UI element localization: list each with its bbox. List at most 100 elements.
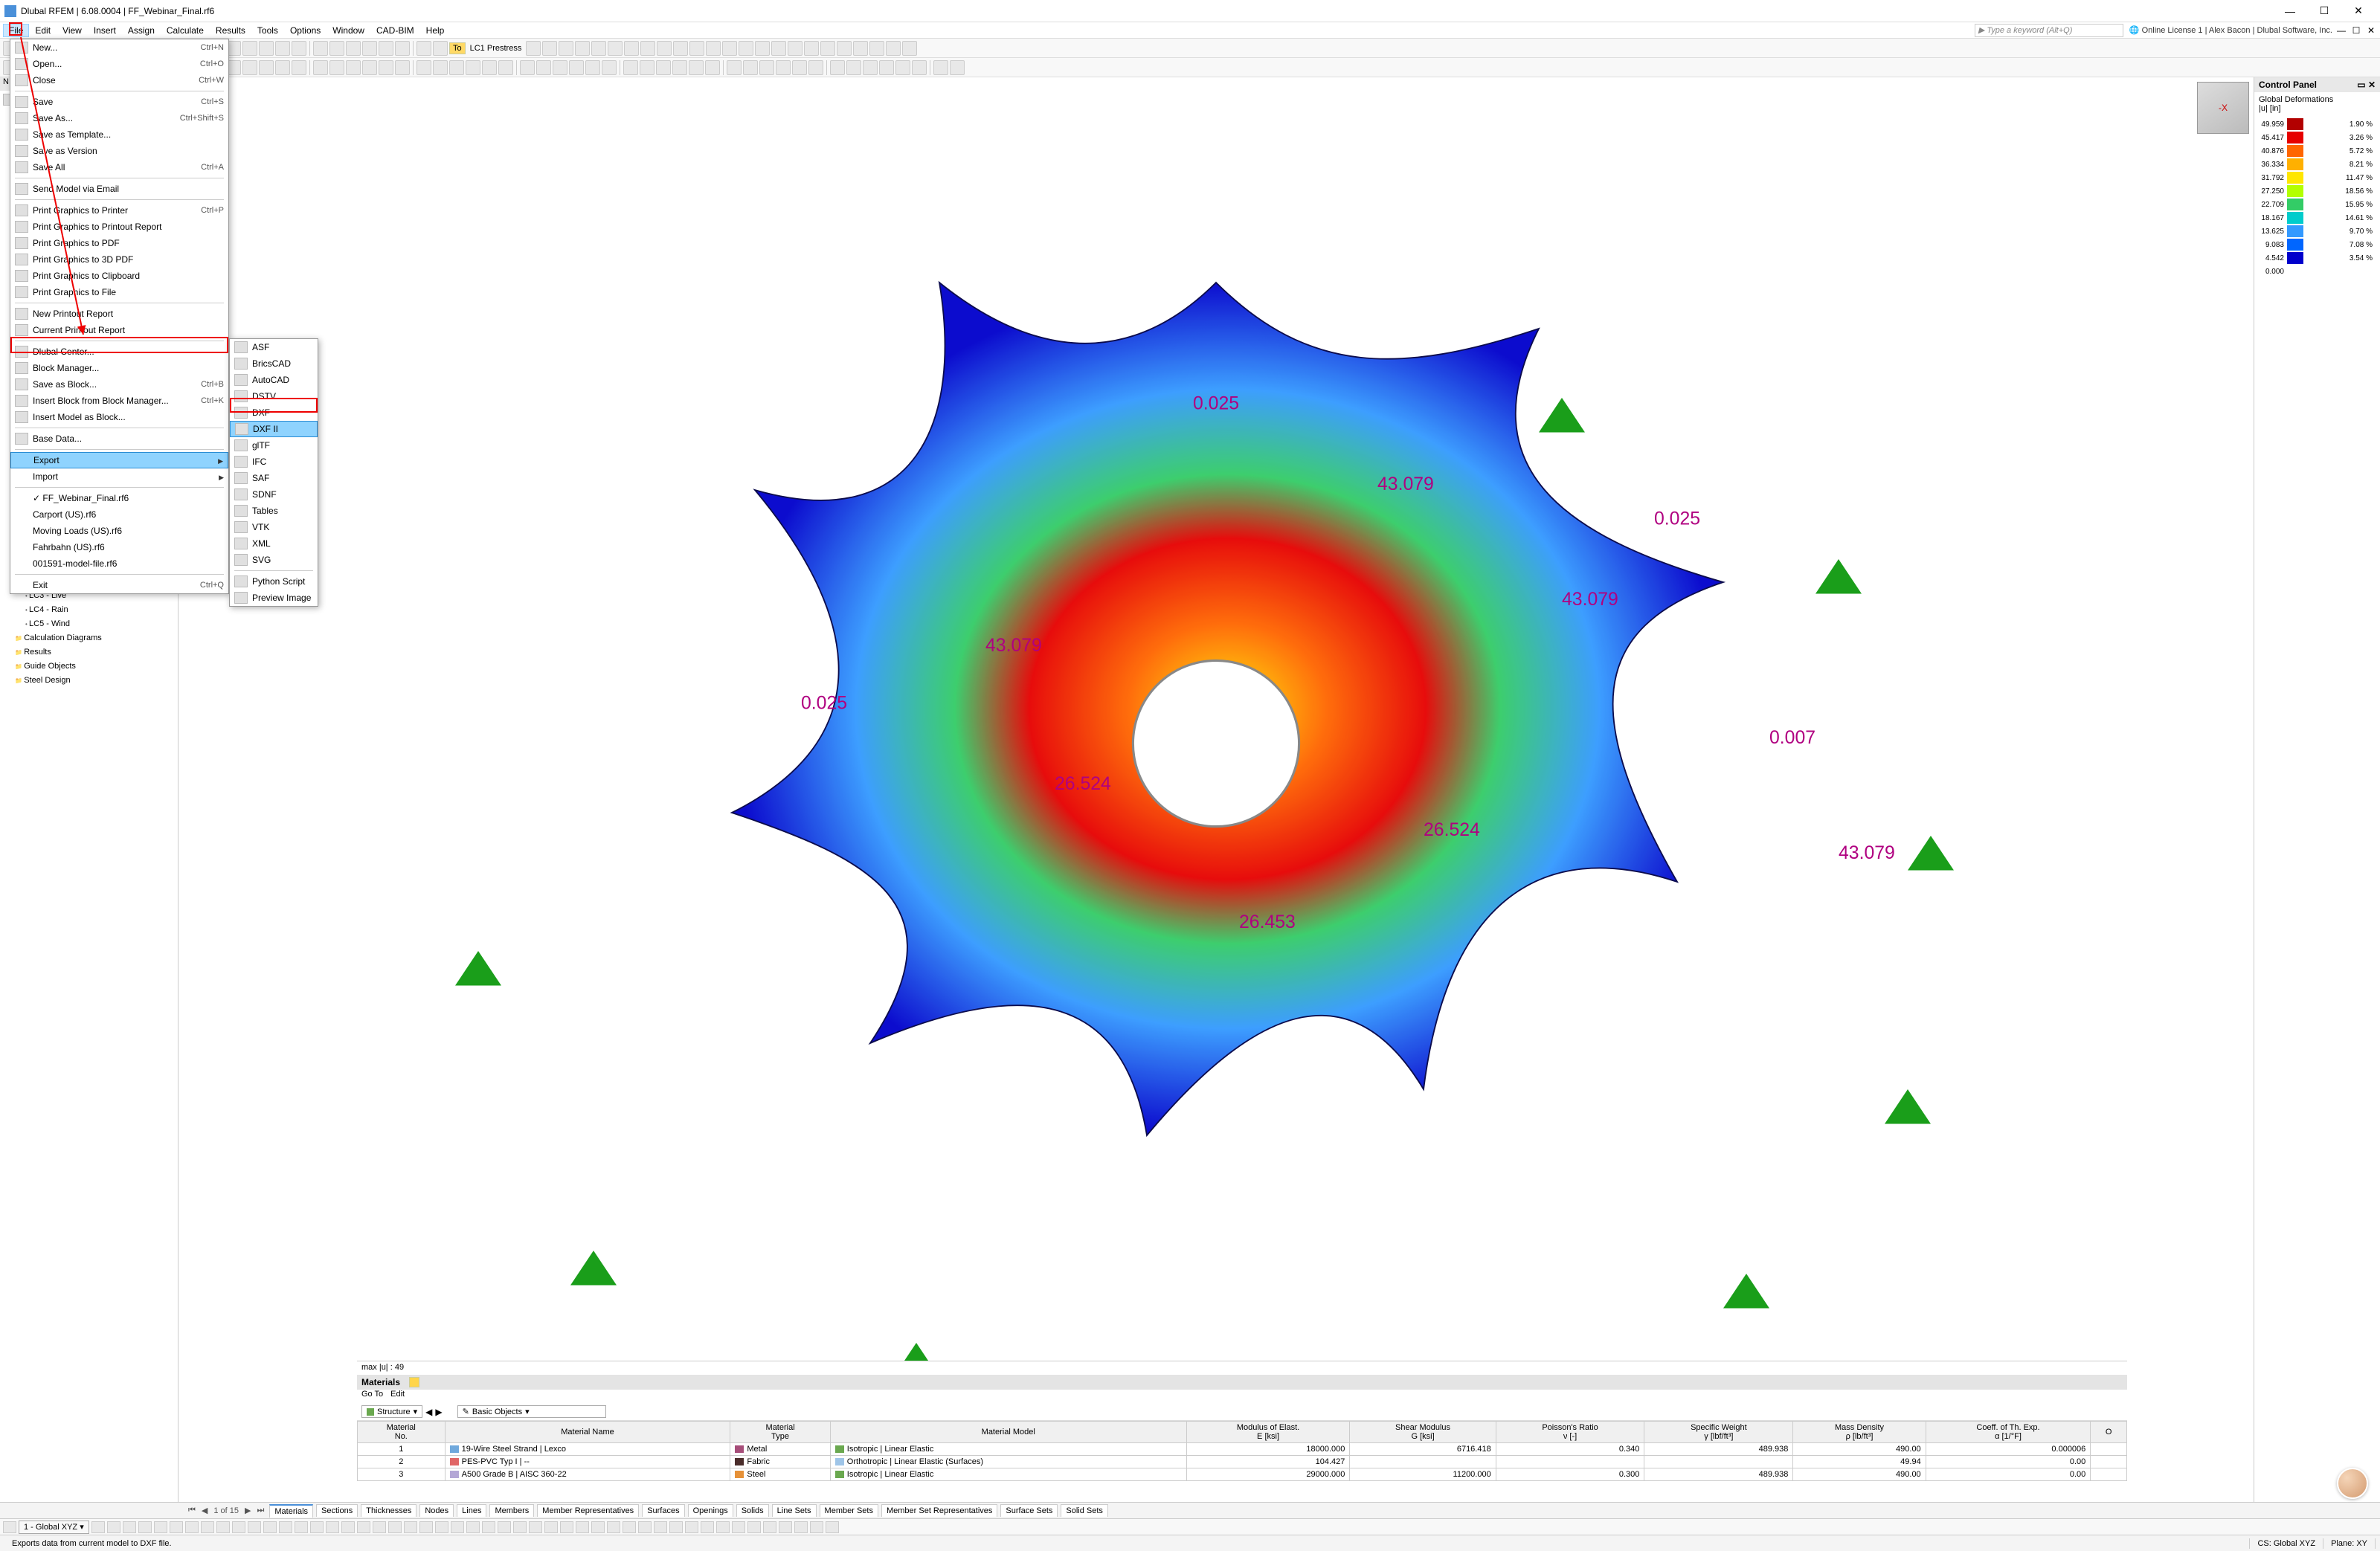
file-menu-item[interactable]: Dlubal Center... bbox=[10, 344, 228, 360]
file-menu-dropdown[interactable]: New...Ctrl+NOpen...Ctrl+OCloseCtrl+WSave… bbox=[10, 39, 229, 594]
tb2-btn[interactable] bbox=[279, 1521, 292, 1533]
bottom-tab[interactable]: Materials bbox=[269, 1504, 313, 1518]
menu-cad-bim[interactable]: CAD-BIM bbox=[370, 24, 420, 37]
toolbar-button[interactable] bbox=[329, 60, 344, 75]
table-row[interactable]: 3A500 Grade B | AISC 360-22SteelIsotropi… bbox=[358, 1468, 2127, 1481]
tab-nav-next[interactable]: ▶ bbox=[242, 1506, 253, 1515]
materials-table[interactable]: MaterialNo.Material NameMaterialTypeMate… bbox=[357, 1421, 2127, 1502]
file-menu-item[interactable]: Save As...Ctrl+Shift+S bbox=[10, 110, 228, 126]
tb2-btn[interactable] bbox=[654, 1521, 667, 1533]
file-menu-item[interactable]: ✓ FF_Webinar_Final.rf6 bbox=[10, 490, 228, 506]
file-menu-item[interactable]: Import bbox=[10, 468, 228, 485]
export-menu-item[interactable]: IFC bbox=[230, 454, 318, 470]
file-menu-item[interactable]: 001591-model-file.rf6 bbox=[10, 555, 228, 572]
export-menu-item[interactable]: Python Script bbox=[230, 573, 318, 590]
menu-tools[interactable]: Tools bbox=[251, 24, 284, 37]
bottom-tab[interactable]: Solids bbox=[736, 1504, 769, 1517]
toolbar-button[interactable] bbox=[242, 41, 257, 56]
toolbar-button[interactable] bbox=[346, 60, 361, 75]
menu-edit[interactable]: Edit bbox=[29, 24, 57, 37]
toolbar-button[interactable] bbox=[672, 60, 687, 75]
file-menu-item[interactable]: Save AllCtrl+A bbox=[10, 159, 228, 175]
toolbar-button[interactable] bbox=[853, 41, 868, 56]
export-menu-item[interactable]: AutoCAD bbox=[230, 372, 318, 388]
bottom-tab[interactable]: Thicknesses bbox=[361, 1504, 416, 1517]
export-menu-item[interactable]: SDNF bbox=[230, 486, 318, 503]
tb2-btn[interactable] bbox=[263, 1521, 277, 1533]
toolbar-button[interactable] bbox=[830, 60, 845, 75]
tree-folder[interactable]: Steel Design bbox=[4, 674, 173, 688]
toolbar-button[interactable] bbox=[902, 41, 917, 56]
export-menu-item[interactable]: DXF II bbox=[230, 421, 318, 437]
tb2-btn[interactable] bbox=[482, 1521, 495, 1533]
tb2-btn[interactable] bbox=[341, 1521, 355, 1533]
col-header[interactable]: Material Model bbox=[830, 1422, 1186, 1443]
toolbar-button[interactable] bbox=[755, 41, 770, 56]
menu-file[interactable]: File bbox=[3, 24, 29, 37]
file-menu-item[interactable]: Print Graphics to Printout Report bbox=[10, 219, 228, 235]
tab-nav-first[interactable]: ⏮ bbox=[186, 1506, 198, 1515]
file-menu-item[interactable]: New...Ctrl+N bbox=[10, 39, 228, 56]
file-menu-item[interactable]: Send Model via Email bbox=[10, 181, 228, 197]
file-menu-item[interactable]: Print Graphics to File bbox=[10, 284, 228, 300]
tb2-btn[interactable] bbox=[576, 1521, 589, 1533]
toolbar-button[interactable] bbox=[379, 41, 393, 56]
basic-objects-combo[interactable]: ✎ Basic Objects ▾ bbox=[457, 1405, 606, 1418]
tb2-btn[interactable] bbox=[388, 1521, 402, 1533]
toolbar-button[interactable] bbox=[776, 60, 791, 75]
toolbar-button[interactable] bbox=[727, 60, 742, 75]
toolbar-button[interactable] bbox=[623, 60, 638, 75]
toolbar-button[interactable] bbox=[553, 60, 567, 75]
global-cs-combo[interactable]: 1 - Global XYZ ▾ bbox=[19, 1521, 89, 1534]
toolbar-button[interactable] bbox=[449, 60, 464, 75]
file-menu-item[interactable]: Print Graphics to PrinterCtrl+P bbox=[10, 202, 228, 219]
toolbar-button[interactable] bbox=[542, 41, 557, 56]
col-header[interactable]: Coeff. of Th. Exp.α [1/°F] bbox=[1926, 1422, 2091, 1443]
bottom-tab[interactable]: Solid Sets bbox=[1061, 1504, 1108, 1517]
tb2-btn[interactable] bbox=[91, 1521, 105, 1533]
tb2-btn[interactable] bbox=[138, 1521, 152, 1533]
toolbar-button[interactable] bbox=[416, 60, 431, 75]
toolbar-button[interactable] bbox=[640, 60, 654, 75]
bottom-tab[interactable]: Lines bbox=[457, 1504, 486, 1517]
col-header[interactable]: Mass Densityρ [lb/ft³] bbox=[1793, 1422, 1926, 1443]
tb2-btn[interactable] bbox=[310, 1521, 324, 1533]
export-submenu[interactable]: ASFBricsCADAutoCADDSTVDXFDXF IIglTFIFCSA… bbox=[229, 338, 318, 607]
menu-assign[interactable]: Assign bbox=[122, 24, 161, 37]
tree-folder[interactable]: Results bbox=[4, 645, 173, 660]
file-menu-item[interactable]: Save as Version bbox=[10, 143, 228, 159]
toolbar-button[interactable] bbox=[313, 60, 328, 75]
main-viewport[interactable]: ess sis nts |u| [in] bbox=[178, 77, 2254, 1502]
toolbar-button[interactable] bbox=[837, 41, 852, 56]
toolbar-button[interactable] bbox=[526, 41, 541, 56]
menu-window[interactable]: Window bbox=[327, 24, 370, 37]
file-menu-item[interactable]: Current Printout Report bbox=[10, 322, 228, 338]
toolbar-button[interactable] bbox=[759, 60, 774, 75]
file-menu-item[interactable]: Print Graphics to PDF bbox=[10, 235, 228, 251]
tb2-btn[interactable] bbox=[326, 1521, 339, 1533]
toolbar-button[interactable] bbox=[820, 41, 835, 56]
toolbar-button[interactable] bbox=[869, 41, 884, 56]
bottom-tab[interactable]: Surfaces bbox=[642, 1504, 684, 1517]
toolbar-button[interactable] bbox=[575, 41, 590, 56]
col-header[interactable]: Modulus of Elast.E [ksi] bbox=[1186, 1422, 1350, 1443]
col-header[interactable]: MaterialType bbox=[730, 1422, 830, 1443]
file-menu-item[interactable]: Save as Block...Ctrl+B bbox=[10, 376, 228, 393]
toolbar-button[interactable] bbox=[771, 41, 786, 56]
export-menu-item[interactable]: SVG bbox=[230, 552, 318, 568]
tb2-btn[interactable] bbox=[716, 1521, 730, 1533]
col-header[interactable]: O bbox=[2091, 1422, 2127, 1443]
toolbar-button[interactable] bbox=[395, 41, 410, 56]
tb2-btn[interactable] bbox=[701, 1521, 714, 1533]
tb2-btn[interactable] bbox=[248, 1521, 261, 1533]
menu-calculate[interactable]: Calculate bbox=[161, 24, 210, 37]
toolbar-button[interactable] bbox=[602, 60, 617, 75]
toolbar-button[interactable] bbox=[482, 60, 497, 75]
tb2-btn[interactable] bbox=[513, 1521, 527, 1533]
table-row[interactable]: 2PES-PVC Typ I | --FabricOrthotropic | L… bbox=[358, 1456, 2127, 1468]
col-header[interactable]: Specific Weightγ [lbf/ft³] bbox=[1644, 1422, 1793, 1443]
tb2-btn[interactable] bbox=[154, 1521, 167, 1533]
tb2-btn[interactable] bbox=[638, 1521, 652, 1533]
toolbar-button[interactable] bbox=[433, 41, 448, 56]
file-menu-item[interactable]: Fahrbahn (US).rf6 bbox=[10, 539, 228, 555]
